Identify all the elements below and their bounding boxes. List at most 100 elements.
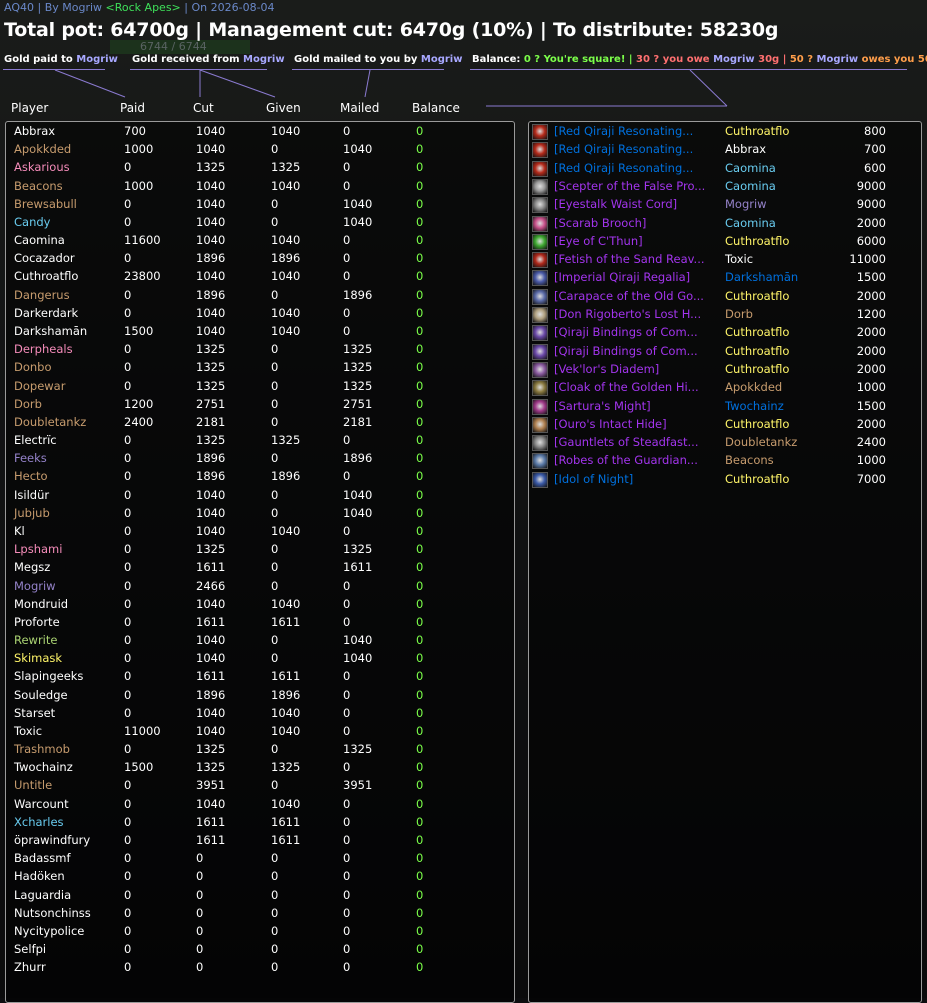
player-row[interactable]: Xcharles 0 1611 1611 0 0 [6, 815, 506, 833]
item-link[interactable]: [Sartura's Might] [554, 399, 719, 413]
item-link[interactable]: [Don Rigoberto's Lost H... [554, 307, 719, 321]
item-link[interactable]: [Red Qiraji Resonating... [554, 161, 719, 175]
player-row[interactable]: Laguardia 0 0 0 0 0 [6, 888, 506, 906]
item-link[interactable]: [Robes of the Guardian... [554, 453, 719, 467]
player-row[interactable]: Lpshami 0 1325 0 1325 0 [6, 542, 506, 560]
player-row[interactable]: Starset 0 1040 1040 0 0 [6, 706, 506, 724]
item-link[interactable]: [Gauntlets of Steadfast... [554, 435, 719, 449]
player-row[interactable]: Rewrite 0 1040 0 1040 0 [6, 633, 506, 651]
col-header-paid[interactable]: Paid [120, 101, 145, 115]
col-header-given[interactable]: Given [266, 101, 301, 115]
player-row[interactable]: Cuthroatflo 23800 1040 1040 0 0 [6, 269, 506, 287]
item-link[interactable]: [Fetish of the Sand Reav... [554, 252, 719, 266]
loot-row[interactable]: [Imperial Qiraji Regalia] Darkshamān 1500 [529, 270, 919, 288]
player-row[interactable]: Nycitypolice 0 0 0 0 0 [6, 924, 506, 942]
player-row[interactable]: Jubjub 0 1040 0 1040 0 [6, 506, 506, 524]
loot-row[interactable]: [Scepter of the False Pro... Caomina 9000 [529, 178, 919, 197]
cut-value: 1896 [196, 687, 226, 702]
loot-row[interactable]: [Vek'lor's Diadem] Cuthroatflo 2000 [529, 361, 919, 380]
loot-row[interactable]: [Red Qiraji Resonating... Abbrax 700 [529, 142, 919, 160]
item-link[interactable]: [Imperial Qiraji Regalia] [554, 270, 719, 284]
loot-row[interactable]: [Red Qiraji Resonating... Cuthroatflo 800 [529, 124, 919, 142]
player-row[interactable]: Twochainz 1500 1325 1325 0 0 [6, 760, 506, 778]
player-row[interactable]: Abbrax 700 1040 1040 0 0 [6, 124, 506, 142]
player-row[interactable]: Candy 0 1040 0 1040 0 [6, 215, 506, 233]
legend-received: Gold received from Mogriw [132, 54, 285, 65]
player-row[interactable]: Isildür 0 1040 0 1040 0 [6, 488, 506, 506]
player-row[interactable]: Warcount 0 1040 1040 0 0 [6, 797, 506, 815]
item-link[interactable]: [Scepter of the False Pro... [554, 179, 719, 193]
player-row[interactable]: Slapingeeks 0 1611 1611 0 0 [6, 669, 506, 687]
col-header-cut[interactable]: Cut [193, 101, 214, 115]
loot-row[interactable]: [Qiraji Bindings of Com... Cuthroatflo 200… [529, 325, 919, 343]
player-row[interactable]: Askarious 0 1325 1325 0 0 [6, 160, 506, 178]
player-row[interactable]: Dopewar 0 1325 0 1325 0 [6, 379, 506, 397]
player-row[interactable]: Skimask 0 1040 0 1040 0 [6, 651, 506, 669]
player-row[interactable]: Derpheals 0 1325 0 1325 0 [6, 342, 506, 360]
player-row[interactable]: Donbo 0 1325 0 1325 0 [6, 360, 506, 378]
item-link[interactable]: [Qiraji Bindings of Com... [554, 325, 719, 339]
loot-row[interactable]: [Gauntlets of Steadfast... Doubletankz 240… [529, 435, 919, 453]
item-link[interactable]: [Idol of Night] [554, 472, 719, 486]
loot-row[interactable]: [Robes of the Guardian... Beacons 1000 [529, 453, 919, 471]
item-link[interactable]: [Carapace of the Old Go... [554, 289, 719, 303]
col-header-balance[interactable]: Balance [412, 101, 460, 115]
player-row[interactable]: Darkerdark 0 1040 1040 0 0 [6, 306, 506, 324]
loot-row[interactable]: [Red Qiraji Resonating... Caomina 600 [529, 160, 919, 179]
player-name: Souledge [14, 687, 68, 702]
loot-row[interactable]: [Fetish of the Sand Reav... Toxic 11000 [529, 252, 919, 270]
col-header-mailed[interactable]: Mailed [340, 101, 379, 115]
player-row[interactable]: Doubletankz 2400 2181 0 2181 0 [6, 415, 506, 433]
loot-row[interactable]: [Carapace of the Old Go... Cuthroatflo 200… [529, 288, 919, 307]
player-row[interactable]: Souledge 0 1896 1896 0 0 [6, 688, 506, 706]
paid-value: 0 [124, 160, 132, 175]
player-row[interactable]: Mogriw 0 2466 0 0 0 [6, 579, 506, 597]
paid-value: 1500 [124, 760, 154, 775]
loot-row[interactable]: [Idol of Night] Cuthroatflo 7000 [529, 471, 919, 490]
loot-row[interactable]: [Eye of C'Thun] Cuthroatflo 6000 [529, 233, 919, 252]
item-link[interactable]: [Eyestalk Waist Cord] [554, 197, 719, 211]
player-row[interactable]: Untitle 0 3951 0 3951 0 [6, 778, 506, 796]
player-row[interactable]: Toxic 11000 1040 1040 0 0 [6, 724, 506, 742]
player-row[interactable]: Hadöken 0 0 0 0 0 [6, 869, 506, 887]
player-row[interactable]: Hecto 0 1896 1896 0 0 [6, 469, 506, 487]
item-link[interactable]: [Eye of C'Thun] [554, 234, 719, 248]
item-link[interactable]: [Red Qiraji Resonating... [554, 124, 719, 138]
loot-row[interactable]: [Don Rigoberto's Lost H... Dorb 1200 [529, 307, 919, 325]
loot-row[interactable]: [Cloak of the Golden Hi... Apokkded 1000 [529, 380, 919, 398]
player-row[interactable]: Dorb 1200 2751 0 2751 0 [6, 397, 506, 415]
player-row[interactable]: Darkshamān 1500 1040 1040 0 0 [6, 324, 506, 342]
item-link[interactable]: [Ouro's Intact Hide] [554, 417, 719, 431]
item-link[interactable]: [Cloak of the Golden Hi... [554, 380, 719, 394]
col-header-player[interactable]: Player [11, 101, 48, 115]
player-row[interactable]: Cocazador 0 1896 1896 0 0 [6, 251, 506, 269]
player-row[interactable]: Badassmf 0 0 0 0 0 [6, 851, 506, 869]
player-row[interactable]: öprawindfury 0 1611 1611 0 0 [6, 833, 506, 851]
loot-row[interactable]: [Eyestalk Waist Cord] Mogriw 9000 [529, 197, 919, 215]
player-row[interactable]: Mondruid 0 1040 1040 0 0 [6, 597, 506, 615]
player-row[interactable]: Apokkded 1000 1040 0 1040 0 [6, 142, 506, 160]
player-row[interactable]: Trashmob 0 1325 0 1325 0 [6, 742, 506, 760]
loot-row[interactable]: [Ouro's Intact Hide] Cuthroatflo 2000 [529, 416, 919, 435]
player-row[interactable]: Zhurr 0 0 0 0 0 [6, 960, 506, 978]
player-row[interactable]: Electrïc 0 1325 1325 0 0 [6, 433, 506, 451]
item-link[interactable]: [Red Qiraji Resonating... [554, 142, 719, 156]
cut-value: 0 [196, 960, 204, 975]
player-row[interactable]: Feeks 0 1896 0 1896 0 [6, 451, 506, 469]
player-row[interactable]: Selfpi 0 0 0 0 0 [6, 942, 506, 960]
loot-row[interactable]: [Scarab Brooch] Caomina 2000 [529, 215, 919, 234]
item-link[interactable]: [Scarab Brooch] [554, 216, 719, 230]
loot-row[interactable]: [Sartura's Might] Twochainz 1500 [529, 398, 919, 417]
player-row[interactable]: Proforte 0 1611 1611 0 0 [6, 615, 506, 633]
player-row[interactable]: Beacons 1000 1040 1040 0 0 [6, 179, 506, 197]
player-row[interactable]: Megsz 0 1611 0 1611 0 [6, 560, 506, 578]
item-link[interactable]: [Qiraji Bindings of Com... [554, 344, 719, 358]
player-row[interactable]: Caomina 11600 1040 1040 0 0 [6, 233, 506, 251]
given-value: 0 [271, 487, 279, 502]
loot-row[interactable]: [Qiraji Bindings of Com... Cuthroatflo 200… [529, 343, 919, 362]
player-row[interactable]: Brewsabull 0 1040 0 1040 0 [6, 197, 506, 215]
item-link[interactable]: [Vek'lor's Diadem] [554, 362, 719, 376]
player-row[interactable]: Nutsonchinss 0 0 0 0 0 [6, 906, 506, 924]
player-row[interactable]: Kl 0 1040 1040 0 0 [6, 524, 506, 542]
player-row[interactable]: Dangerus 0 1896 0 1896 0 [6, 288, 506, 306]
